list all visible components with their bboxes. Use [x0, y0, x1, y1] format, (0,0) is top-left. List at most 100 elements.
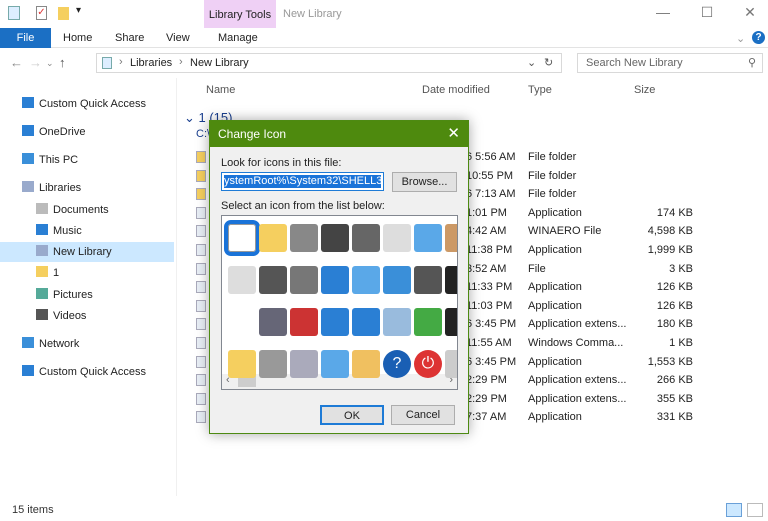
cell-date: 6 3:45 PM	[466, 355, 517, 368]
tab-file[interactable]: File	[0, 28, 51, 48]
folder-grid-icon[interactable]	[352, 350, 380, 378]
sidebar-item-this-pc[interactable]: This PC	[0, 150, 174, 170]
select-icon-label: Select an icon from the list below:	[221, 200, 385, 212]
help-icon[interactable]: ?	[383, 350, 411, 378]
drive-icon[interactable]	[290, 224, 318, 252]
cell-date: 6 3:45 PM	[466, 318, 517, 331]
maximize-button[interactable]: ☐	[692, 4, 722, 24]
cell-type: Application	[528, 299, 582, 312]
partial-icon[interactable]	[445, 224, 457, 252]
close-button[interactable]: ✕	[735, 4, 765, 24]
document-icon[interactable]	[228, 266, 256, 294]
sidebar-item-music[interactable]: Music	[0, 221, 174, 241]
network-icon[interactable]	[352, 308, 380, 336]
search-icon[interactable]	[383, 308, 411, 336]
icon-file-path-value: ystemRoot%\System32\SHELL32.dll	[224, 175, 381, 188]
sidebar-item-1[interactable]: 1	[0, 263, 174, 283]
globe-icon[interactable]	[321, 266, 349, 294]
sidebar-item-label: Custom Quick Access	[39, 366, 146, 378]
sidebar-item-documents[interactable]: Documents	[0, 200, 174, 220]
column-type[interactable]: Type	[528, 84, 552, 96]
network-drive-icon[interactable]	[290, 266, 318, 294]
music-icon	[36, 224, 48, 235]
sidebar-item-label: Videos	[53, 310, 87, 322]
up-icon[interactable]: ↑	[59, 55, 66, 70]
network-computer-icon[interactable]	[352, 266, 380, 294]
folder-icon[interactable]	[259, 224, 287, 252]
power-icon[interactable]: ⏻	[414, 350, 442, 378]
cell-size: 3 KB	[669, 262, 693, 275]
blank-file-icon[interactable]	[224, 220, 260, 256]
app-icon	[8, 6, 20, 20]
recent-locations-icon[interactable]: ⌄	[46, 58, 54, 69]
clock-file-icon[interactable]	[383, 224, 411, 252]
icon-list[interactable]: ‹ › ? ⏻	[221, 215, 458, 390]
cell-size: 180 KB	[656, 318, 693, 331]
new-folder-icon[interactable]	[58, 7, 69, 20]
cell-type: Application extens...	[528, 392, 627, 405]
breadcrumb-libraries[interactable]: Libraries	[130, 57, 172, 69]
back-icon[interactable]: ←	[10, 55, 23, 70]
shortcut-icon[interactable]	[445, 266, 457, 294]
details-view-icon[interactable]	[726, 503, 742, 517]
icon-file-path-input[interactable]: ystemRoot%\System32\SHELL32.dll	[221, 172, 384, 191]
display-icon[interactable]	[414, 224, 442, 252]
cell-type: WINAERO File	[528, 225, 602, 238]
breadcrumb-new-library[interactable]: New Library	[190, 57, 249, 69]
column-size[interactable]: Size	[634, 84, 655, 96]
partial-icon[interactable]	[445, 350, 457, 378]
disconnected-drive-icon[interactable]	[290, 308, 318, 336]
ok-button[interactable]: OK	[320, 405, 384, 425]
sidebar-item-custom-quick-access[interactable]: Custom Quick Access	[0, 362, 174, 382]
cd-drive-icon[interactable]	[290, 350, 318, 378]
cell-date: 11:03 PM	[466, 299, 513, 312]
large-icons-view-icon[interactable]	[747, 503, 763, 517]
customize-toolbar-icon[interactable]: ▾	[76, 5, 81, 16]
drive-icon[interactable]	[259, 350, 287, 378]
browse-button[interactable]: Browse...	[392, 172, 457, 192]
refresh-icon[interactable]: ↻	[544, 56, 553, 69]
tab-share[interactable]: Share	[115, 28, 144, 48]
column-name[interactable]: Name	[206, 84, 235, 96]
sidebar-item-label: This PC	[39, 154, 79, 166]
minimize-button[interactable]: —	[648, 4, 678, 24]
sidebar-item-custom-quick-access[interactable]: Custom Quick Access	[0, 94, 174, 114]
address-bar[interactable]: › Libraries › New Library ⌄ ↻	[96, 53, 562, 73]
chip-icon[interactable]	[321, 224, 349, 252]
tab-view[interactable]: View	[166, 28, 190, 48]
cancel-button[interactable]: Cancel	[391, 405, 455, 425]
sidebar-item-new-library[interactable]: New Library	[0, 242, 174, 262]
control-panel-icon[interactable]	[383, 266, 411, 294]
cell-type: File folder	[528, 151, 577, 163]
partial-icon[interactable]	[445, 308, 457, 336]
floppy-icon[interactable]	[259, 308, 287, 336]
tab-home[interactable]: Home	[63, 28, 92, 48]
column-date-modified[interactable]: Date modified	[422, 84, 490, 96]
help-icon[interactable]: ?	[752, 31, 765, 44]
monitor-icon[interactable]	[414, 266, 442, 294]
sidebar-item-label: OneDrive	[39, 126, 86, 138]
cell-size: 4,598 KB	[647, 225, 693, 238]
cell-date: 7:37 AM	[466, 411, 507, 424]
expand-ribbon-icon[interactable]: ⌄	[736, 32, 745, 45]
printer-icon[interactable]	[352, 224, 380, 252]
window-icon[interactable]	[228, 308, 256, 336]
sidebar-item-onedrive[interactable]: OneDrive	[0, 122, 174, 142]
cell-type: Application	[528, 206, 582, 219]
send-icon[interactable]	[414, 308, 442, 336]
dialog-close-button[interactable]: ✕	[447, 121, 460, 147]
search-input[interactable]: Search New Library ⚲	[577, 53, 763, 73]
forward-icon[interactable]: →	[29, 55, 42, 70]
tab-manage[interactable]: Manage	[218, 28, 258, 48]
address-dropdown-icon[interactable]: ⌄	[527, 56, 536, 69]
sidebar-item-network[interactable]: Network	[0, 334, 174, 354]
sidebar-item-pictures[interactable]: Pictures	[0, 285, 174, 305]
cell-type: Application	[528, 281, 582, 294]
sidebar-item-libraries[interactable]: Libraries	[0, 178, 174, 198]
laptop-icon[interactable]	[321, 350, 349, 378]
properties-icon[interactable]: ✓	[36, 6, 47, 20]
floppy-drive-icon[interactable]	[259, 266, 287, 294]
sidebar-item-videos[interactable]: Videos	[0, 306, 174, 326]
folder-icon[interactable]	[228, 350, 256, 378]
internet-icon[interactable]	[321, 308, 349, 336]
